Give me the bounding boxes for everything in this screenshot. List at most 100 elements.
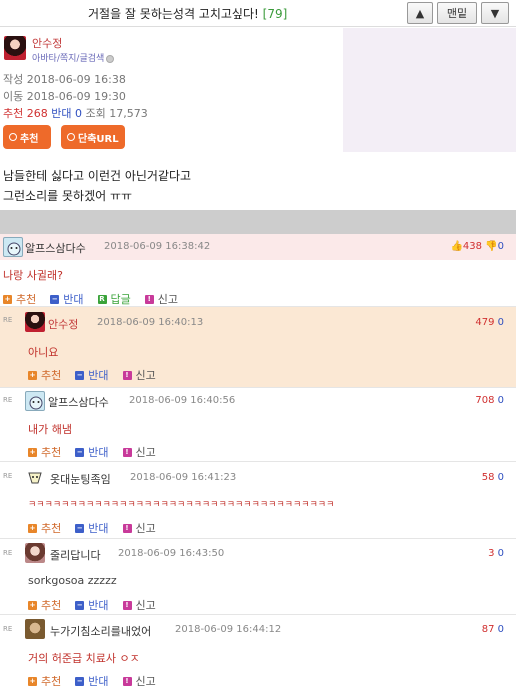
plus-icon: + xyxy=(28,600,37,610)
author-avatar[interactable] xyxy=(4,36,26,60)
comments-divider xyxy=(0,210,516,234)
thumbs-down-icon[interactable]: 👎 xyxy=(485,241,497,252)
re-marker: RE xyxy=(3,472,13,480)
user-avatar[interactable] xyxy=(3,237,23,257)
plus-icon: + xyxy=(28,676,37,686)
recommend-circle-icon xyxy=(9,133,17,141)
plus-icon: + xyxy=(28,370,37,380)
go-bottom-button[interactable]: 맨밑 xyxy=(437,2,477,24)
user-avatar[interactable] xyxy=(25,312,45,332)
action-label: 추천 xyxy=(41,675,62,686)
comment-oppose-button[interactable]: − 반대 xyxy=(75,520,109,536)
comment-report-button[interactable]: ! 신고 xyxy=(122,673,156,686)
report-icon: ! xyxy=(122,600,132,610)
comment-date: 2018-06-09 16:43:50 xyxy=(118,548,225,559)
report-icon: ! xyxy=(122,676,132,686)
minus-icon: − xyxy=(50,294,60,304)
comment-text: sorkgosoa zzzzz xyxy=(28,574,117,587)
action-label: 추천 xyxy=(41,522,62,535)
comment-count[interactable]: [79] xyxy=(263,7,288,21)
bear-icon xyxy=(7,242,21,256)
user-avatar[interactable] xyxy=(25,391,45,411)
comment-actions: + 추천 − 반대 ! 신고 xyxy=(28,367,170,383)
comment-oppose-button[interactable]: − 반대 xyxy=(75,444,109,460)
action-label: 추천 xyxy=(41,446,62,459)
action-label: 반대 xyxy=(88,446,109,459)
comment-report-button[interactable]: ! 신고 xyxy=(144,291,178,307)
comment-report-button[interactable]: ! 신고 xyxy=(122,444,156,460)
comment-oppose-button[interactable]: − 반대 xyxy=(75,597,109,613)
thumbs-up-icon[interactable]: 👍 xyxy=(450,241,462,252)
scroll-down-button[interactable]: ▼ xyxy=(481,2,509,24)
plus-icon: + xyxy=(3,294,12,304)
views-count: 17,573 xyxy=(109,107,148,120)
row-divider xyxy=(0,461,516,462)
action-label: 반대 xyxy=(88,522,109,535)
comment-nick[interactable]: 옷대눈팅족임 xyxy=(50,471,111,487)
comment-recommend-button[interactable]: + 추천 xyxy=(28,367,61,383)
post-title-text: 거절을 잘 못하는성격 고치고싶다! xyxy=(88,7,259,21)
recommend-button[interactable]: 추천 xyxy=(3,125,51,149)
comment-up-count: 708 xyxy=(475,395,495,406)
action-label: 신고 xyxy=(135,446,156,459)
comment-reply-button[interactable]: R 답글 xyxy=(97,291,131,307)
comment-oppose-button[interactable]: − 반대 xyxy=(75,367,109,383)
comment-text: 나랑 사귈래? xyxy=(3,269,63,282)
action-label: 추천 xyxy=(16,293,37,306)
comment-nick[interactable]: 누가기침소리를내었어 xyxy=(50,623,151,639)
user-avatar[interactable] xyxy=(25,467,45,487)
opp-count: 0 xyxy=(75,107,82,120)
comment-up-count: 3 xyxy=(488,548,495,559)
ad-area xyxy=(343,28,516,152)
comment-recommend-button[interactable]: + 추천 xyxy=(28,520,61,536)
report-icon: ! xyxy=(144,294,154,304)
short-url-button[interactable]: 단축URL xyxy=(61,125,125,149)
user-avatar[interactable] xyxy=(25,543,45,563)
row-divider xyxy=(0,614,516,615)
comment-recommend-button[interactable]: + 추천 xyxy=(28,597,61,613)
comment-score: 87 0 xyxy=(482,624,504,635)
action-label: 신고 xyxy=(135,675,156,686)
user-avatar[interactable] xyxy=(25,619,45,639)
comment-report-button[interactable]: ! 신고 xyxy=(122,520,156,536)
comment-date: 2018-06-09 16:41:23 xyxy=(130,472,237,483)
action-label: 추천 xyxy=(41,369,62,382)
author-links-text[interactable]: 아바타/쪽지/글검색 xyxy=(32,54,104,64)
comment-nick[interactable]: 알프스삼다수 xyxy=(25,240,86,256)
comment-down-count: 0 xyxy=(497,241,504,252)
comment-date: 2018-06-09 16:40:56 xyxy=(129,395,236,406)
comment-actions: + 추천 − 반대 ! 신고 xyxy=(28,520,170,536)
comment-text: 내가 해냄 xyxy=(28,423,72,436)
comment-nick[interactable]: 줄리답니다 xyxy=(50,547,101,563)
action-label: 신고 xyxy=(135,599,156,612)
author-links[interactable]: 아바타/쪽지/글검색 xyxy=(32,51,115,64)
comment-recommend-button[interactable]: + 추천 xyxy=(28,673,61,686)
minus-icon: − xyxy=(75,600,85,610)
shorturl-circle-icon xyxy=(67,133,75,141)
comment-nick[interactable]: 안수정 xyxy=(48,316,78,332)
comment-date: 2018-06-09 16:44:12 xyxy=(175,624,282,635)
action-label: 신고 xyxy=(135,369,156,382)
comment-text: 아니요 xyxy=(28,346,59,359)
scroll-up-button[interactable]: ▲ xyxy=(407,2,433,24)
minus-icon: − xyxy=(75,447,85,457)
comment-oppose-button[interactable]: − 반대 xyxy=(75,673,109,686)
opp-label: 반대 xyxy=(51,107,72,120)
plus-icon: + xyxy=(28,523,37,533)
minus-icon: − xyxy=(75,523,85,533)
comment-report-button[interactable]: ! 신고 xyxy=(122,367,156,383)
comment-recommend-button[interactable]: + 추천 xyxy=(3,291,36,307)
comment-down-count: 0 xyxy=(497,317,504,328)
comment-nick[interactable]: 알프스삼다수 xyxy=(48,394,109,410)
comment-report-button[interactable]: ! 신고 xyxy=(122,597,156,613)
author-name[interactable]: 안수정 xyxy=(32,35,62,51)
written-date: 작성 2018-06-09 16:38 xyxy=(3,73,126,86)
comment-actions: + 추천 − 반대 ! 신고 xyxy=(28,597,170,613)
comment-recommend-button[interactable]: + 추천 xyxy=(28,444,61,460)
post-body: 남들한테 싫다고 이런건 아닌거같다고 그런소리를 못하겠어 ㅠㅠ xyxy=(3,166,191,206)
comment-actions: + 추천 − 반대 ! 신고 xyxy=(28,444,170,460)
plus-icon: + xyxy=(28,447,37,457)
go-bottom-label: 맨밑 xyxy=(446,7,468,20)
comment-score: 708 0 xyxy=(475,395,504,406)
comment-oppose-button[interactable]: − 반대 xyxy=(50,291,84,307)
